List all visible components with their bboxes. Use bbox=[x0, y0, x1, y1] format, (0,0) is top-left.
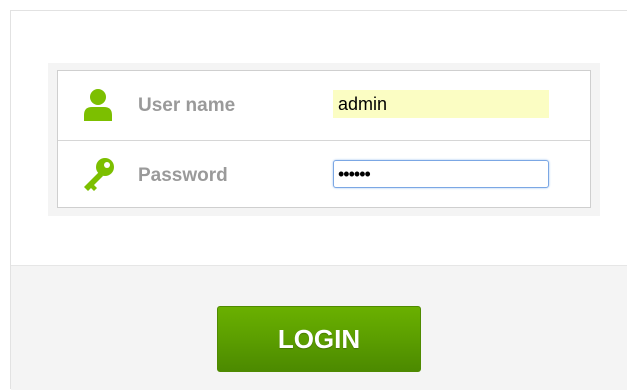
username-input[interactable] bbox=[333, 90, 549, 118]
login-panel: User name Password LOGI bbox=[10, 10, 627, 390]
password-input[interactable] bbox=[333, 160, 549, 188]
username-row: User name bbox=[58, 71, 590, 139]
login-button[interactable]: LOGIN bbox=[217, 306, 421, 372]
login-table: User name Password bbox=[57, 70, 591, 208]
login-form-area: User name Password bbox=[11, 11, 627, 265]
password-row: Password bbox=[58, 140, 590, 209]
key-icon bbox=[78, 155, 118, 195]
username-label: User name bbox=[138, 95, 236, 116]
login-box: User name Password bbox=[48, 63, 600, 216]
password-label: Password bbox=[138, 165, 228, 186]
login-footer: LOGIN bbox=[11, 265, 627, 390]
user-icon bbox=[78, 85, 118, 125]
